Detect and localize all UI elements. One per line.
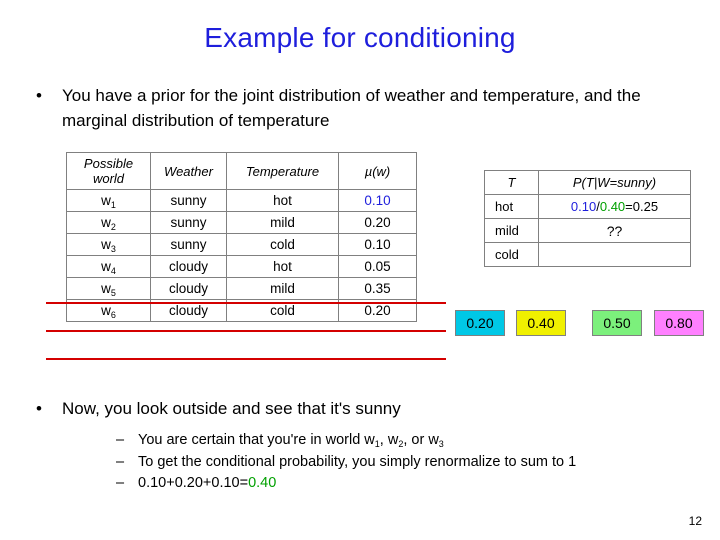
world-letter: w: [101, 303, 111, 318]
sub-bullet-3-highlight: 0.40: [248, 475, 277, 491]
cond-value-prefix: 0.10: [570, 199, 597, 214]
strikethrough-line-row4: [46, 302, 446, 304]
header-possible-world-line1: Possible: [83, 156, 134, 171]
bullet-prior-text: You have a prior for the joint distribut…: [62, 86, 641, 130]
header-mu: µ(w): [338, 152, 417, 190]
world-index: 4: [110, 266, 116, 276]
sub-bullet-1-sub3: 3: [438, 439, 444, 449]
cell-weather: sunny: [150, 189, 227, 212]
cond-header-t: T: [484, 170, 539, 195]
sub-bullet-1-sub2: 2: [398, 439, 404, 449]
cell-temperature: cold: [226, 233, 339, 256]
cond-cell-value: ??: [538, 218, 691, 243]
world-index: 1: [110, 200, 116, 210]
cond-cell-value: [538, 242, 691, 267]
cell-world: w2: [66, 211, 151, 234]
cell-world: w1: [66, 189, 151, 212]
strikethrough-line-row6: [46, 358, 446, 360]
cell-mu: 0.05: [338, 255, 417, 278]
cond-cell-t: hot: [484, 194, 539, 219]
bullet-now: • Now, you look outside and see that it'…: [36, 396, 676, 421]
cell-mu: 0.10: [338, 233, 417, 256]
bullet-marker: •: [36, 86, 42, 105]
slide-canvas: Example for conditioning • You have a pr…: [0, 0, 720, 540]
table-row: w3 sunny cold 0.10: [66, 233, 417, 256]
world-index: 6: [110, 310, 116, 320]
table-row: w2 sunny mild 0.20: [66, 211, 417, 234]
answer-option-1[interactable]: 0.20: [455, 310, 505, 336]
page-number: 12: [688, 514, 702, 528]
bullet-marker: •: [36, 399, 42, 418]
joint-distribution-table: Possible world Weather Temperature µ(w) …: [66, 152, 417, 322]
world-letter: w: [101, 281, 111, 296]
sub-bullet-1-mid1: , w: [379, 432, 399, 448]
cell-world: w5: [66, 277, 151, 300]
strikethrough-line-row5: [46, 330, 446, 332]
cell-world: w4: [66, 255, 151, 278]
sub-bullet-2: – To get the conditional probability, yo…: [116, 452, 696, 473]
sub-bullet-2-text: To get the conditional probability, you …: [138, 454, 577, 470]
header-temperature: Temperature: [226, 152, 339, 190]
cell-mu: 0.10: [338, 189, 417, 212]
world-letter: w: [101, 215, 111, 230]
sub-bullet-3-pre: 0.10+0.20+0.10=: [138, 475, 249, 491]
cell-weather: cloudy: [150, 255, 227, 278]
table-row: w4 cloudy hot 0.05: [66, 255, 417, 278]
header-possible-world: Possible world: [66, 152, 151, 190]
page-title: Example for conditioning: [204, 22, 516, 53]
sub-bullet-1-sub1: 1: [374, 439, 380, 449]
answer-option-4[interactable]: 0.80: [654, 310, 704, 336]
sub-bullet-3: – 0.10+0.20+0.10=0.40: [116, 473, 696, 494]
cell-temperature: hot: [226, 189, 339, 212]
sub-bullet-dash: –: [116, 432, 125, 448]
bullet-prior: • You have a prior for the joint distrib…: [36, 83, 676, 133]
world-index: 3: [110, 244, 116, 254]
answer-option-2[interactable]: 0.40: [516, 310, 566, 336]
conditional-probability-table: T P(T|W=sunny) hot 0.10/0.40=0.25 mild ?…: [484, 170, 691, 267]
cond-cell-t: mild: [484, 218, 539, 243]
cond-header-p: P(T|W=sunny): [538, 170, 691, 195]
sub-bullet-1-pre: You are certain that you're in world w: [138, 432, 375, 448]
sub-bullet-dash: –: [116, 454, 125, 470]
cond-row: cold: [484, 242, 691, 267]
cond-row: mild ??: [484, 218, 691, 243]
cond-cell-t: cold: [484, 242, 539, 267]
cond-row: hot 0.10/0.40=0.25: [484, 194, 691, 219]
cell-temperature: mild: [226, 277, 339, 300]
cell-world: w3: [66, 233, 151, 256]
cell-weather: sunny: [150, 233, 227, 256]
header-weather: Weather: [150, 152, 227, 190]
bullet-now-text: Now, you look outside and see that it's …: [62, 399, 401, 418]
cell-temperature: mild: [226, 211, 339, 234]
table-row: w5 cloudy mild 0.35: [66, 277, 417, 300]
cond-cell-value: 0.10/0.40=0.25: [538, 194, 691, 219]
world-letter: w: [101, 259, 111, 274]
sub-bullet-1: – You are certain that you're in world w…: [116, 430, 696, 452]
world-index: 5: [110, 288, 116, 298]
header-possible-world-line2: world: [92, 171, 125, 186]
cell-weather: sunny: [150, 211, 227, 234]
world-letter: w: [101, 193, 111, 208]
cell-mu: 0.35: [338, 277, 417, 300]
cond-header-row: T P(T|W=sunny): [484, 170, 691, 195]
cell-mu: 0.20: [338, 211, 417, 234]
sub-bullet-1-mid2: , or w: [403, 432, 439, 448]
sub-bullet-dash: –: [116, 475, 125, 491]
table-header-row: Possible world Weather Temperature µ(w): [66, 152, 417, 190]
cond-value-suffix: =0.25: [625, 199, 659, 214]
world-letter: w: [101, 237, 111, 252]
cell-temperature: hot: [226, 255, 339, 278]
answer-option-3[interactable]: 0.50: [592, 310, 642, 336]
table-row: w1 sunny hot 0.10: [66, 189, 417, 212]
cond-value-mid: 0.40: [599, 199, 626, 214]
world-index: 2: [110, 222, 116, 232]
cell-weather: cloudy: [150, 277, 227, 300]
sub-bullet-list: – You are certain that you're in world w…: [116, 430, 696, 494]
